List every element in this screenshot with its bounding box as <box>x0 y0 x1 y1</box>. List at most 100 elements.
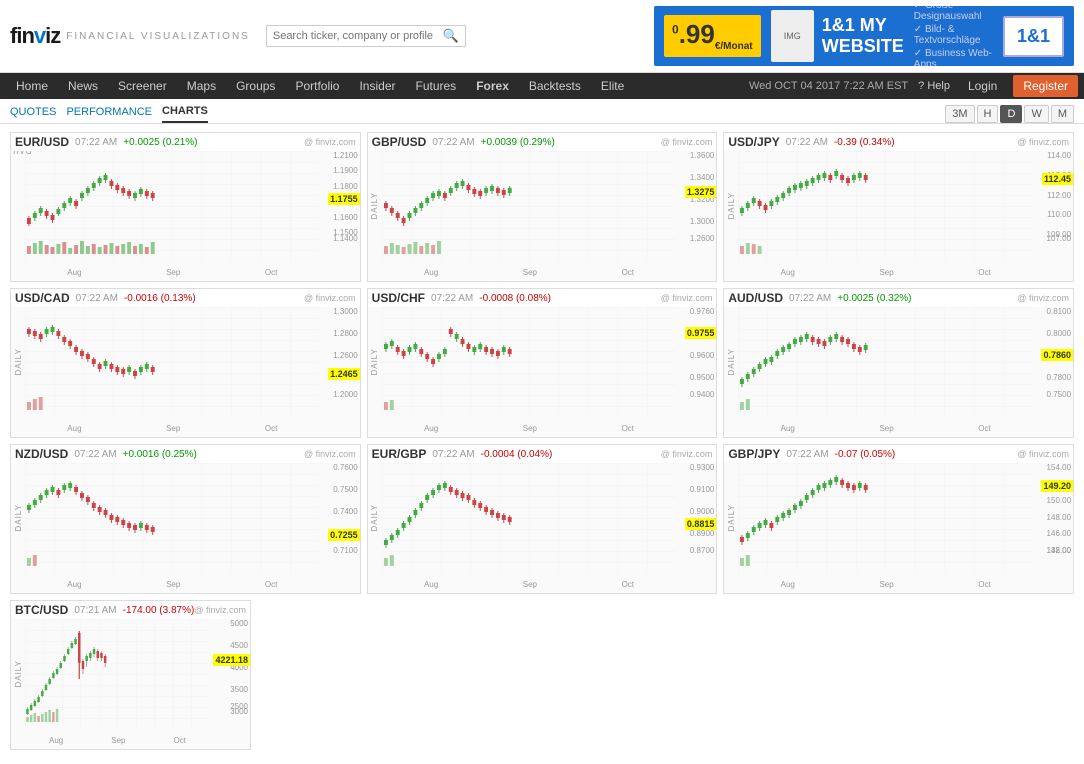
nav-help[interactable]: ? Help <box>918 80 950 92</box>
gbpusd-price-axis: 1.3600 1.3400 1.3200 1.3000 1.2600 1.327… <box>678 151 716 261</box>
period-3m[interactable]: 3M <box>945 105 974 123</box>
chart-btcusd-canvas: DAILY <box>11 619 250 749</box>
chart-nzdusd-canvas: DAILY <box>11 463 360 593</box>
logo: finviz <box>10 23 60 49</box>
gbpjpy-price: 149.20 <box>1041 480 1073 492</box>
nav-home[interactable]: Home <box>6 73 58 99</box>
chart-eurusd-source: @ finviz.com <box>304 137 356 147</box>
chart-gbpjpy: GBP/JPY 07:22 AM -0.07 (0.05%) @ finviz.… <box>723 444 1074 594</box>
usdjpy-price-axis: 114.00 113.00 112.00 110.00 109.00 107.0… <box>1035 151 1073 261</box>
usdjpy-price: 112.45 <box>1042 173 1073 185</box>
chart-gbpusd-canvas: DAILY <box>368 151 717 281</box>
nav-login[interactable]: Login <box>960 75 1005 97</box>
eurusd-time-axis: Aug Sep Oct <box>25 263 320 281</box>
chart-usdcad-canvas: DAILY <box>11 307 360 437</box>
gbpjpy-price-axis: 154.00 152.00 150.00 148.00 146.00 142.0… <box>1035 463 1073 573</box>
nav-right: Wed OCT 04 2017 7:22 AM EST ? Help Login… <box>749 75 1078 97</box>
nzdusd-svg <box>25 463 320 573</box>
usdcad-price: 1.2465 <box>328 368 360 380</box>
ad-image: IMG <box>771 10 814 62</box>
chart-gbpusd: GBP/USD 07:22 AM +0.0039 (0.29%) @ finvi… <box>367 132 718 282</box>
nav-insider[interactable]: Insider <box>349 73 405 99</box>
header: finviz FINANCIAL VISUALIZATIONS 🔍 0.99€/… <box>0 0 1084 73</box>
tab-quotes[interactable]: QUOTES <box>10 106 56 122</box>
chart-eurusd-time: 07:22 AM <box>75 137 117 148</box>
usdcad-price-axis: 1.3000 1.2800 1.2600 1.2400 1.2000 1.246… <box>322 307 360 417</box>
nzdusd-price: 0.7255 <box>328 529 360 541</box>
audusd-svg <box>738 307 1033 417</box>
usdchf-svg <box>382 307 677 417</box>
gbpusd-svg <box>382 151 677 261</box>
nav-screener[interactable]: Screener <box>108 73 177 99</box>
chart-usdjpy: USD/JPY 07:22 AM -0.39 (0.34%) @ finviz.… <box>723 132 1074 282</box>
search-icon[interactable]: 🔍 <box>443 28 459 44</box>
charts-row-4: BTC/USD 07:21 AM -174.00 (3.87%) @ finvi… <box>10 600 1074 750</box>
nav-portfolio[interactable]: Portfolio <box>285 73 349 99</box>
usdchf-price-axis: 0.9760 0.9700 0.9600 0.9500 0.9400 0.975… <box>678 307 716 417</box>
nav-maps[interactable]: Maps <box>177 73 226 99</box>
nav-bar: Home News Screener Maps Groups Portfolio… <box>0 73 1084 99</box>
chart-audusd-canvas: DAILY <box>724 307 1073 437</box>
tab-charts[interactable]: CHARTS <box>162 105 208 123</box>
nzdusd-price-axis: 0.7600 0.7500 0.7400 0.7300 0.7100 0.725… <box>322 463 360 573</box>
chart-gbpusd-header: GBP/USD 07:22 AM +0.0039 (0.29%) @ finvi… <box>368 133 717 151</box>
chart-eurusd-title: EUR/USD <box>15 135 69 149</box>
eurgbp-price: 0.8815 <box>685 518 717 530</box>
ad-checks: ✓ Große Designauswahl ✓ Bild- & Textvors… <box>914 6 993 66</box>
charts-row-2: USD/CAD 07:22 AM -0.0016 (0.13%) @ finvi… <box>10 288 1074 438</box>
ad-logo: 1&1 <box>1003 16 1064 57</box>
chart-audusd: AUD/USD 07:22 AM +0.0025 (0.32%) @ finvi… <box>723 288 1074 438</box>
nav-register[interactable]: Register <box>1013 75 1078 97</box>
usdchf-price: 0.9755 <box>685 327 717 339</box>
period-w[interactable]: W <box>1024 105 1048 123</box>
btcusd-price-axis: 5000 4500 4000 3500 3000 2500 4221.18 <box>212 619 250 729</box>
logo-subtitle: FINANCIAL VISUALIZATIONS <box>66 31 250 42</box>
gbpusd-time-axis: Aug Sep Oct <box>382 263 677 281</box>
chart-eurgbp-canvas: DAILY <box>368 463 717 593</box>
tab-performance[interactable]: PERFORMANCE <box>66 106 152 122</box>
usdjpy-svg <box>738 151 1033 261</box>
charts-area: EUR/USD 07:22 AM +0.0025 (0.21%) @ finvi… <box>0 124 1084 764</box>
chart-usdcad: USD/CAD 07:22 AM -0.0016 (0.13%) @ finvi… <box>10 288 361 438</box>
chart-eurusd-header: EUR/USD 07:22 AM +0.0025 (0.21%) @ finvi… <box>11 133 360 151</box>
nav-futures[interactable]: Futures <box>406 73 467 99</box>
audusd-price-axis: 0.8100 0.8000 0.7900 0.7800 0.7500 0.786… <box>1035 307 1073 417</box>
chart-gbpjpy-canvas: DAILY <box>724 463 1073 593</box>
chart-btcusd: BTC/USD 07:21 AM -174.00 (3.87%) @ finvi… <box>10 600 251 750</box>
tabs-bar: QUOTES PERFORMANCE CHARTS 3M H D W M <box>0 99 1084 124</box>
chart-eurusd: EUR/USD 07:22 AM +0.0025 (0.21%) @ finvi… <box>10 132 361 282</box>
period-d[interactable]: D <box>1000 105 1022 123</box>
gbpjpy-svg <box>738 463 1033 573</box>
nav-elite[interactable]: Elite <box>591 73 634 99</box>
btcusd-svg <box>25 619 210 729</box>
ad-price: 0.99€/Monat <box>664 15 761 56</box>
usdcad-svg <box>25 307 320 417</box>
nav-forex[interactable]: Forex <box>466 73 519 99</box>
chart-usdchf-canvas: DAILY <box>368 307 717 437</box>
ad-title: 1&1 MY WEBSITE <box>822 15 904 57</box>
eurgbp-price-axis: 0.9300 0.9100 0.9000 0.8900 0.8700 0.881… <box>678 463 716 573</box>
nav-news[interactable]: News <box>58 73 108 99</box>
chart-eurusd-change: +0.0025 (0.21%) <box>123 137 197 148</box>
chart-nzdusd: NZD/USD 07:22 AM +0.0016 (0.25%) @ finvi… <box>10 444 361 594</box>
nav-date: Wed OCT 04 2017 7:22 AM EST <box>749 80 908 92</box>
eurusd-price-axis: 1.2100 1.1900 1.1800 1.1700 1.1600 1.150… <box>322 151 360 261</box>
chart-usdchf: USD/CHF 07:22 AM -0.0008 (0.08%) @ finvi… <box>367 288 718 438</box>
period-m[interactable]: M <box>1051 105 1074 123</box>
eurusd-svg <box>25 151 320 261</box>
search-input[interactable] <box>273 30 443 42</box>
ad-banner: 0.99€/Monat IMG 1&1 MY WEBSITE ✓ Große D… <box>654 6 1074 66</box>
chart-usdjpy-canvas: DAILY <box>724 151 1073 281</box>
chart-usdjpy-header: USD/JPY 07:22 AM -0.39 (0.34%) @ finviz.… <box>724 133 1073 151</box>
charts-row-3: NZD/USD 07:22 AM +0.0016 (0.25%) @ finvi… <box>10 444 1074 594</box>
period-buttons: 3M H D W M <box>945 105 1074 123</box>
btcusd-price: 4221.18 <box>213 654 250 666</box>
usdjpy-time-axis: Aug Sep Oct <box>738 263 1033 281</box>
nav-backtests[interactable]: Backtests <box>519 73 591 99</box>
chart-eurgbp: EUR/GBP 07:22 AM -0.0004 (0.04%) @ finvi… <box>367 444 718 594</box>
chart-gbpusd-title: GBP/USD <box>372 135 427 149</box>
audusd-price: 0.7860 <box>1041 349 1073 361</box>
period-h[interactable]: H <box>977 105 999 123</box>
search-bar[interactable]: 🔍 <box>266 25 466 47</box>
nav-groups[interactable]: Groups <box>226 73 285 99</box>
